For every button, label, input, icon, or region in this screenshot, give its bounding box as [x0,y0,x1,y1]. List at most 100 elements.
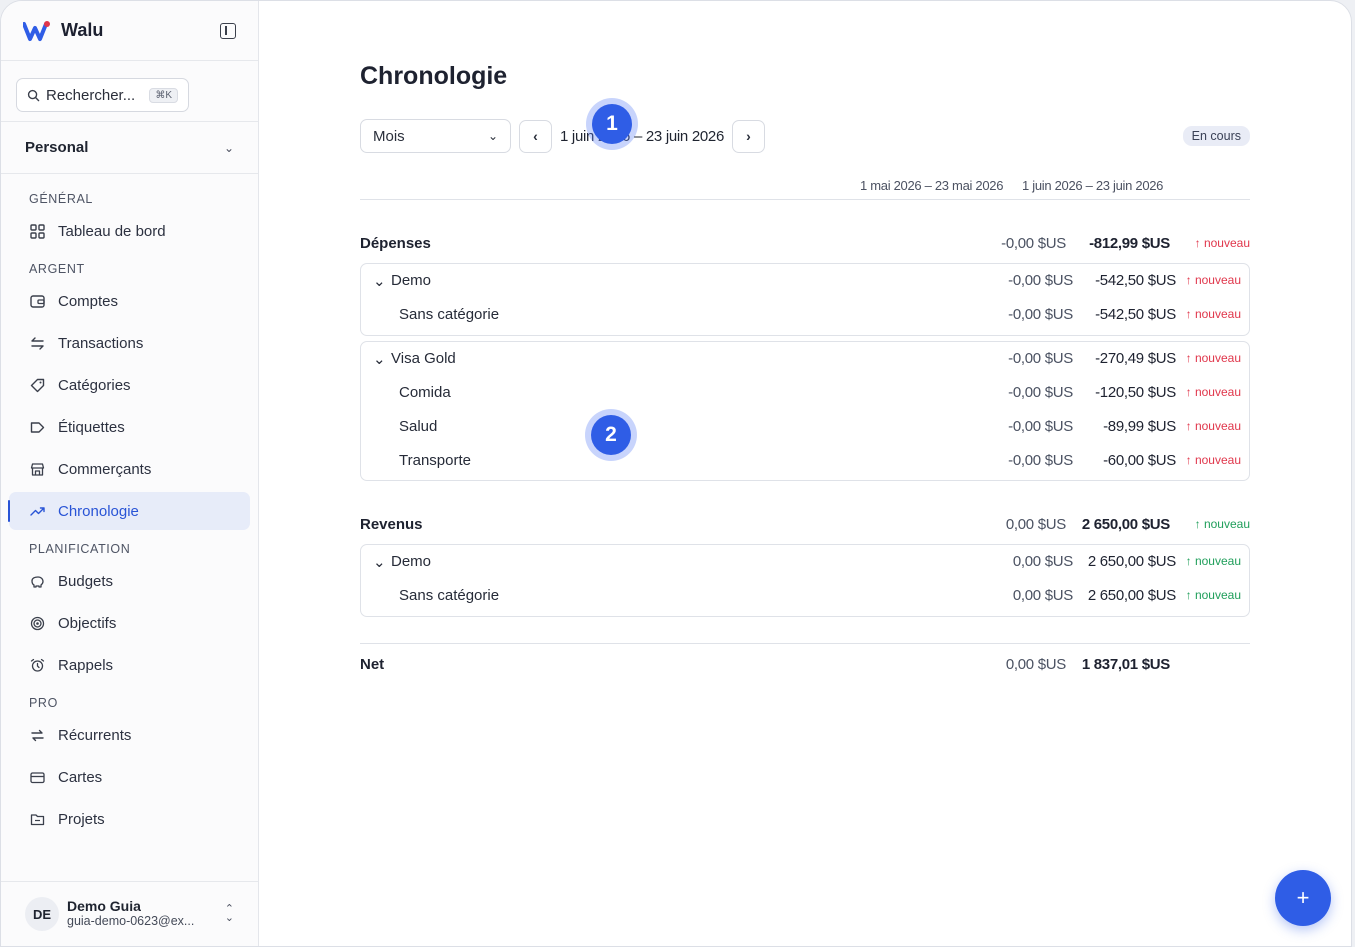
group-value-b: -542,50 $US [1095,272,1176,289]
sidebar-item-categories[interactable]: Catégories [9,366,250,404]
group-name: Demo [391,553,432,570]
workspace-switcher[interactable]: Personal ⌄ [1,122,258,174]
category-value-a: 0,00 $US [1012,587,1073,604]
category-row[interactable]: Salud -0,00 $US -89,99 $US ↑ nouveau [361,414,1249,440]
sidebar-item-projects[interactable]: Projets [9,800,250,838]
sidebar-item-dashboard[interactable]: Tableau de bord [9,212,250,250]
income-value-b: 2 650,00 $US [1081,515,1170,533]
expenses-label: Dépenses [360,234,431,252]
workspace-name: Personal [25,139,89,156]
category-row[interactable]: Comida -0,00 $US -120,50 $US ↑ nouveau [361,380,1249,406]
category-value-b: -89,99 $US [1103,418,1176,435]
main-content: Chronologie Mois ⌄ ‹ 1 juin 2026 – 23 ju… [259,1,1351,946]
category-change-tag: ↑ nouveau [1185,307,1241,321]
step-marker-number: 1 [592,104,632,144]
income-value-a: 0,00 $US [1005,515,1066,533]
group-change-tag: ↑ nouveau [1185,554,1241,568]
next-period-button[interactable]: › [732,119,766,153]
period-columns-header: 1 mai 2026 – 23 mai 2026 1 juin 2026 – 2… [360,176,1250,200]
category-row[interactable]: Transporte -0,00 $US -60,00 $US ↑ nouvea… [361,448,1249,474]
wallet-icon [29,293,45,309]
category-row[interactable]: Sans catégorie 0,00 $US 2 650,00 $US ↑ n… [361,583,1249,609]
group-header-row[interactable]: ⌄ Visa Gold -0,00 $US -270,49 $US ↑ nouv… [361,346,1249,372]
folder-icon [29,811,45,827]
search-shortcut: ⌘K [149,87,178,103]
chevron-down-icon: ⌄ [373,554,386,571]
sidebar-item-accounts[interactable]: Comptes [9,282,250,320]
brand: Walu [1,1,258,61]
sidebar-item-label: Rappels [58,656,114,674]
chevron-down-icon: ⌄ [223,140,234,155]
category-value-b: -120,50 $US [1095,384,1176,401]
step-marker-1: 1 [586,98,638,150]
category-value-a: -0,00 $US [1008,306,1073,323]
period-toolbar: Mois ⌄ ‹ 1 juin 2026 – 23 juin 2026 › En… [360,119,1250,153]
income-change-tag: ↑ nouveau [1194,517,1250,531]
label-icon [29,419,45,435]
sidebar-item-label: Transactions [58,334,144,352]
add-button[interactable]: + [1275,870,1331,926]
category-name: Sans catégorie [399,587,500,604]
user-name: Demo Guia [67,898,141,915]
collapse-sidebar-icon[interactable] [220,22,236,39]
category-value-a: -0,00 $US [1008,418,1073,435]
sidebar-nav: GÉNÉRAL Tableau de bord ARGENT Comptes T… [1,174,258,852]
page-title: Chronologie [360,62,508,90]
status-badge: En cours [1182,126,1250,146]
step-marker-number: 2 [591,415,631,455]
chevron-left-icon: ‹ [533,128,538,144]
sidebar-item-cards[interactable]: Cartes [9,758,250,796]
net-label: Net [360,655,385,673]
chevron-right-icon: › [746,128,751,144]
group-header-row[interactable]: ⌄ Demo 0,00 $US 2 650,00 $US ↑ nouveau [361,549,1249,575]
sidebar-item-budgets[interactable]: Budgets [9,562,250,600]
net-summary-row: Net 0,00 $US 1 837,01 $US [360,652,1250,676]
search-placeholder: Rechercher... [46,86,136,104]
sidebar-item-label: Cartes [58,768,103,786]
category-change-tag: ↑ nouveau [1185,588,1241,602]
previous-period-button[interactable]: ‹ [519,119,552,153]
category-value-b: -542,50 $US [1095,306,1176,323]
category-change-tag: ↑ nouveau [1185,385,1241,399]
expense-group-visa-gold: ⌄ Visa Gold -0,00 $US -270,49 $US ↑ nouv… [360,341,1250,481]
expenses-value-a: -0,00 $US [1001,234,1066,252]
sidebar-item-label: Récurrents [58,726,132,744]
group-value-a: 0,00 $US [1012,553,1073,570]
expense-group-demo: ⌄ Demo -0,00 $US -542,50 $US ↑ nouveau S… [360,263,1250,336]
search-icon [27,89,40,101]
expenses-value-b: -812,99 $US [1089,234,1170,252]
user-menu[interactable]: DE Demo Guia guia-demo-0623@ex... ⌃ ⌄ [1,881,258,946]
tag-icon [29,377,45,393]
sidebar-item-goals[interactable]: Objectifs [9,604,250,642]
group-header-row[interactable]: ⌄ Demo -0,00 $US -542,50 $US ↑ nouveau [361,268,1249,294]
sidebar-item-transactions[interactable]: Transactions [9,324,250,362]
sidebar-item-labels[interactable]: Étiquettes [9,408,250,446]
chevron-down-icon: ⌄ [487,129,498,143]
group-name: Visa Gold [391,350,456,367]
category-row[interactable]: Sans catégorie -0,00 $US -542,50 $US ↑ n… [361,302,1249,328]
sidebar-item-label: Étiquettes [58,418,125,436]
group-name: Demo [391,272,432,289]
sidebar-item-recurring[interactable]: Récurrents [9,716,250,754]
period-a-label: 1 mai 2026 – 23 mai 2026 [860,178,1004,193]
step-marker-2: 2 [585,409,637,461]
income-summary-row: Revenus 0,00 $US 2 650,00 $US ↑ nouveau [360,512,1250,536]
sidebar-item-label: Projets [58,810,105,828]
period-select[interactable]: Mois ⌄ [360,119,511,153]
sidebar-item-label: Budgets [58,572,114,590]
chevron-down-icon: ⌄ [373,351,386,368]
sidebar-item-merchants[interactable]: Commerçants [9,450,250,488]
category-name: Sans catégorie [399,306,500,323]
app-window: Walu Rechercher... ⌘K Personal ⌄ GÉNÉRAL… [0,0,1352,947]
expenses-summary-row: Dépenses -0,00 $US -812,99 $US ↑ nouveau [360,231,1250,255]
search-input[interactable]: Rechercher... ⌘K [16,78,189,112]
group-change-tag: ↑ nouveau [1185,351,1241,365]
income-group-demo: ⌄ Demo 0,00 $US 2 650,00 $US ↑ nouveau S… [360,544,1250,617]
sidebar-item-label: Objectifs [58,614,117,632]
sidebar-item-reminders[interactable]: Rappels [9,646,250,684]
group-value-b: -270,49 $US [1095,350,1176,367]
chevron-updown-icon: ⌃ ⌄ [224,903,234,924]
card-icon [29,769,45,785]
sidebar-item-chronologie[interactable]: Chronologie [8,492,250,530]
store-icon [29,461,45,477]
